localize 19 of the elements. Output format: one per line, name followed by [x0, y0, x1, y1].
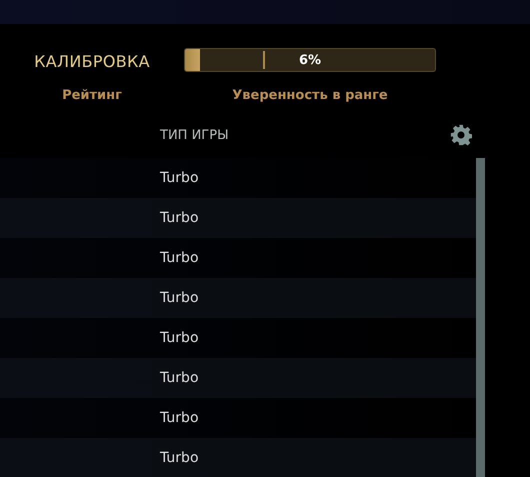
table-cell: Turbo	[160, 330, 199, 346]
table-cell: Turbo	[160, 210, 199, 226]
table-cell: Turbo	[160, 450, 199, 466]
table-row[interactable]: Turbo	[0, 358, 476, 398]
table-cell: Turbo	[160, 250, 199, 266]
settings-icon[interactable]	[450, 124, 472, 146]
table-cell: Turbo	[160, 410, 199, 426]
calibration-title: КАЛИБРОВКА	[33, 50, 151, 72]
confidence-label: Уверенность в ранге	[231, 88, 389, 102]
table-row[interactable]: Turbo	[0, 198, 476, 238]
table-cell: Turbo	[160, 370, 199, 386]
rating-label: Рейтинг	[61, 88, 123, 102]
column-header: ТИП ИГРЫ	[160, 128, 230, 142]
table-cell: Turbo	[160, 170, 199, 186]
table-row[interactable]: Turbo	[0, 438, 476, 477]
table-row[interactable]: Turbo	[0, 278, 476, 318]
table-cell: Turbo	[160, 290, 199, 306]
confidence-reading: 6%	[298, 52, 322, 68]
scrollbar[interactable]	[476, 158, 485, 477]
